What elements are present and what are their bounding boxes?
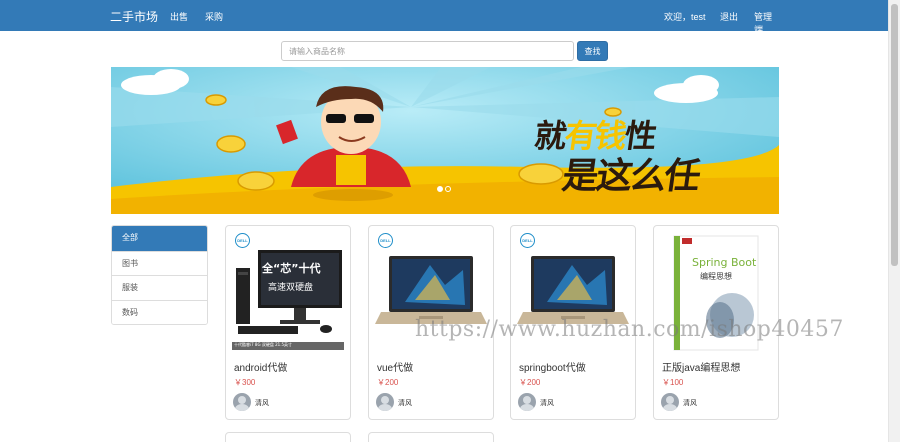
product-image-book[interactable]: Spring Boot 编程思想 (660, 230, 772, 352)
carousel-dot-active[interactable] (437, 186, 443, 192)
book-subtitle: 编程思想 (700, 272, 732, 281)
category-list: 全部 图书 服装 数码 (111, 225, 208, 325)
product-card-partial[interactable] (368, 432, 494, 442)
product-title[interactable]: springboot代做 (519, 359, 586, 374)
top-navbar: 二手市场 出售 采购 欢迎，test 退出 管理端 (0, 0, 888, 35)
product-price: ￥200 (377, 378, 399, 387)
scrollbar-thumb[interactable] (891, 4, 898, 266)
seller-avatar (233, 393, 251, 411)
page-scrollbar[interactable] (888, 0, 900, 442)
product-image-desktop[interactable]: DELL 全“芯”十代 高速双硬盘 十代酷睿i7 8G 双硬盘 21.5英寸 (232, 230, 344, 352)
dell-logo: DELL (378, 233, 393, 248)
product-price: ￥100 (662, 378, 684, 387)
product-card[interactable]: DELL springboot代做 ￥200 清风 (510, 225, 636, 420)
product-card[interactable]: DELL 全“芯”十代 高速双硬盘 十代酷睿i7 8G 双硬盘 21.5英寸 a… (225, 225, 351, 420)
search-button[interactable]: 查找 (577, 41, 608, 61)
welcome-user-link[interactable]: 欢迎，test (664, 10, 706, 23)
product-image-laptop[interactable]: DELL (375, 230, 487, 352)
seller-name: 清风 (540, 400, 554, 407)
nav-buy-link[interactable]: 采购 (205, 10, 223, 23)
book-title: Spring Boot (692, 256, 757, 269)
category-item-clothing[interactable]: 服装 (112, 275, 207, 300)
product-card-partial[interactable] (225, 432, 351, 442)
logout-link[interactable]: 退出 (720, 10, 738, 23)
promo-text-line-3: 十代酷睿i7 8G 双硬盘 21.5英寸 (234, 342, 293, 347)
product-title[interactable]: vue代做 (377, 359, 413, 374)
product-price: ￥200 (519, 378, 541, 387)
nav-sell-link[interactable]: 出售 (170, 10, 188, 23)
navbar-container: 二手市场 出售 采购 欢迎，test 退出 管理端 (110, 0, 779, 35)
seller-name: 清风 (398, 400, 412, 407)
product-card[interactable]: Spring Boot 编程思想 正版java编程思想 ￥100 清风 (653, 225, 779, 420)
product-price: ￥300 (234, 378, 256, 387)
dell-logo: DELL (235, 233, 250, 248)
brand-logo-link[interactable]: 二手市场 (110, 8, 158, 25)
product-title[interactable]: 正版java编程思想 (662, 359, 740, 374)
seller-avatar (376, 393, 394, 411)
seller-name: 清风 (683, 400, 697, 407)
dell-logo: DELL (520, 233, 535, 248)
category-item-digital[interactable]: 数码 (112, 299, 207, 324)
carousel-dot[interactable] (445, 186, 451, 192)
banner-slogan-line-2: 是这么任 (559, 156, 702, 197)
seller-avatar (518, 393, 536, 411)
admin-link[interactable]: 管理端 (754, 10, 779, 36)
product-search-input[interactable] (281, 41, 574, 61)
banner-carousel[interactable]: 就有钱性 是这么任 (111, 67, 779, 214)
seller-avatar (661, 393, 679, 411)
promo-text-line-2: 高速双硬盘 (268, 283, 314, 293)
promo-text-line-1: 全“芯”十代 (262, 262, 321, 275)
product-title[interactable]: android代做 (234, 359, 287, 374)
category-item-all[interactable]: 全部 (112, 226, 207, 251)
category-item-books[interactable]: 图书 (112, 250, 207, 275)
seller-name: 清风 (255, 400, 269, 407)
product-card[interactable]: DELL vue代做 ￥200 清风 (368, 225, 494, 420)
product-image-laptop[interactable]: DELL (517, 230, 629, 352)
